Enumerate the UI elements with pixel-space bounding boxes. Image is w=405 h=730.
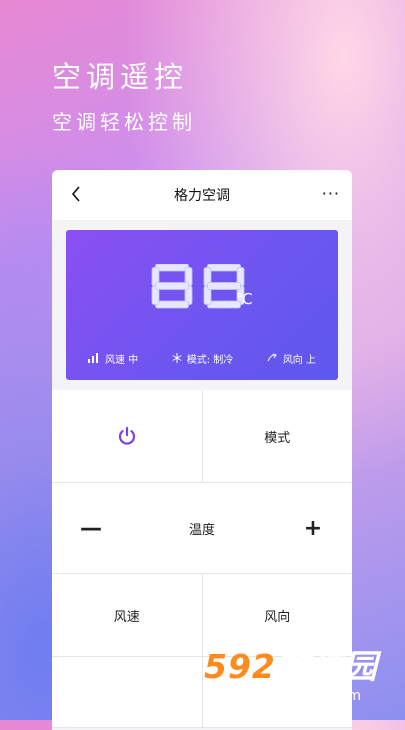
digit-segment [207, 263, 241, 272]
temperature-up-button[interactable]: + [298, 516, 328, 541]
back-button[interactable] [66, 182, 86, 206]
watermark-url: www.592xiazai.com [206, 688, 363, 704]
temperature-down-button[interactable]: — [76, 516, 106, 541]
digit-segment [155, 263, 189, 272]
control-row-temperature: — 温度 + [52, 483, 352, 574]
power-button[interactable] [52, 390, 202, 482]
signal-bars-icon [88, 353, 100, 363]
fan-speed-status: 风速 中 [88, 351, 138, 366]
direction-status: 风向 上 [267, 351, 316, 366]
promo-title: 空调遥控 [52, 60, 189, 94]
control-row-power-mode: 模式 [52, 390, 352, 483]
status-row: 风速 中 模式: 制冷 风向 上 [88, 350, 316, 366]
snowflake-icon [172, 353, 182, 363]
nav-bar: 格力空调 ··· [52, 170, 352, 220]
chevron-left-icon [71, 186, 80, 202]
site-watermark: 592软件园 www.592xiazai.com [200, 640, 405, 720]
temperature-display: 88 [150, 263, 280, 310]
temperature-unit: ℃ [236, 290, 253, 308]
digit-segment [155, 300, 189, 309]
watermark-logo: 592软件园 [204, 640, 378, 688]
digit-segment [207, 282, 241, 290]
direction-text: 风向 上 [282, 354, 316, 366]
extra-button-left[interactable] [52, 657, 202, 727]
mode-button[interactable]: 模式 [201, 390, 353, 482]
mode-text: 模式: 制冷 [186, 354, 234, 366]
watermark-text: 软件园 [275, 647, 378, 686]
swing-icon [267, 353, 278, 363]
more-button[interactable]: ··· [322, 184, 340, 203]
fan-speed-text: 风速 中 [105, 354, 139, 366]
fan-speed-button[interactable]: 风速 [52, 574, 202, 656]
mode-status: 模式: 制冷 [172, 351, 234, 366]
power-icon [118, 426, 135, 445]
seven-segment-icon [151, 263, 245, 309]
ac-display-panel: 88 ℃ 风速 中 模式: 制冷 [66, 230, 338, 380]
page-title: 格力空调 [174, 188, 230, 204]
promo-subtitle: 空调轻松控制 [52, 110, 196, 134]
watermark-number: 592 [204, 647, 276, 686]
temperature-label: 温度 [188, 522, 215, 538]
digit-segment [155, 282, 189, 290]
